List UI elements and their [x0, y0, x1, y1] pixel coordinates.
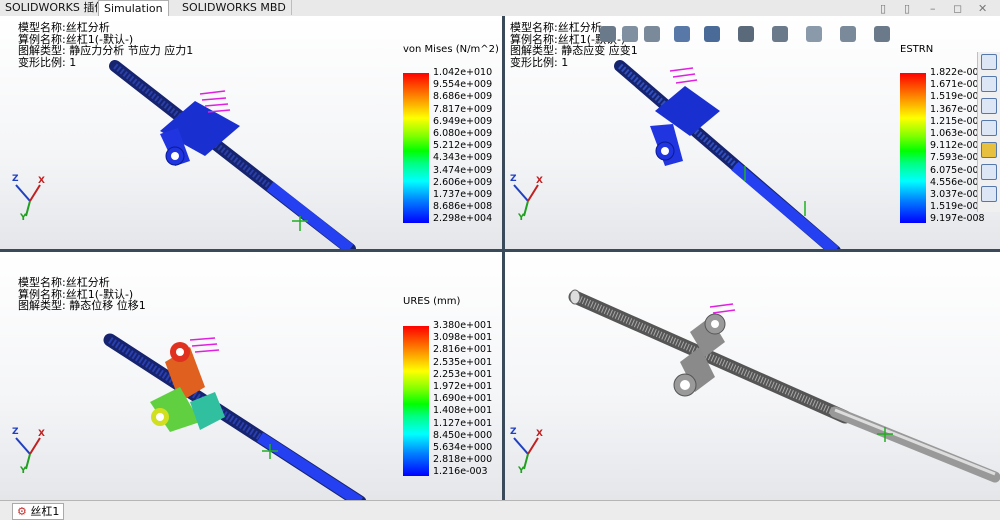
svg-text:X: X — [536, 176, 543, 186]
viewport-stress[interactable]: 模型名称:丝杠分析 算例名称:丝杠1(-默认-) 图解类型: 静应力分析 节应力… — [0, 16, 502, 249]
axis-triad-icon: Z X Y — [12, 174, 45, 221]
tab-solidworks-addins[interactable]: SOLIDWORKS 插件 — [0, 0, 112, 15]
svg-text:Y: Y — [517, 466, 525, 474]
file-explorer-icon[interactable] — [981, 98, 997, 114]
appearances-icon[interactable] — [981, 142, 997, 158]
model-stress — [109, 60, 356, 249]
model-strain — [614, 60, 841, 249]
svg-text:Y: Y — [517, 213, 525, 221]
zoom-to-fit-icon[interactable] — [600, 26, 616, 42]
view-orientation-icon[interactable] — [704, 26, 720, 42]
svg-text:Y: Y — [19, 466, 27, 474]
svg-text:Z: Z — [510, 174, 517, 184]
svg-text:Z: Z — [12, 174, 19, 184]
viewport-strain[interactable]: 模型名称:丝杠分析 算例名称:丝杠1(-默认-) 图解类型: 静态应变 应变1 … — [505, 16, 1000, 249]
svg-text:X: X — [38, 429, 45, 439]
viewport-splitter-horizontal[interactable] — [0, 249, 1000, 252]
edit-appearance-icon[interactable] — [806, 26, 822, 42]
command-manager-tabs: SOLIDWORKS 插件 Simulation SOLIDWORKS MBD … — [0, 0, 1000, 17]
svg-text:X: X — [38, 176, 45, 186]
display-style-icon[interactable] — [738, 26, 754, 42]
axis-triad-icon: Z X Y — [510, 427, 543, 474]
model-gray — [568, 289, 1000, 483]
custom-properties-icon[interactable] — [981, 164, 997, 180]
forum-icon[interactable] — [981, 186, 997, 202]
svg-text:Z: Z — [510, 427, 517, 437]
model-displacement — [103, 333, 367, 500]
section-view-icon[interactable] — [674, 26, 690, 42]
minimize-icon[interactable]: – — [930, 2, 936, 15]
tab-solidworks-mbd[interactable]: SOLIDWORKS MBD — [177, 0, 292, 15]
axis-triad-icon: Z X Y — [12, 427, 45, 474]
svg-text:Z: Z — [12, 427, 19, 437]
restore-icon[interactable]: ▯ — [880, 2, 886, 15]
restore-icon-2[interactable]: ▯ — [904, 2, 910, 15]
zoom-area-icon[interactable] — [622, 26, 638, 42]
apply-scene-icon[interactable] — [840, 26, 856, 42]
close-icon[interactable]: ✕ — [978, 2, 987, 15]
design-library-icon[interactable] — [981, 76, 997, 92]
task-pane — [977, 52, 1000, 212]
study-icon: ⚙ — [17, 505, 27, 518]
svg-text:X: X — [536, 429, 543, 439]
hide-show-icon[interactable] — [772, 26, 788, 42]
study-tab[interactable]: ⚙ 丝杠1 — [12, 503, 65, 520]
maximize-icon[interactable]: ◻ — [953, 2, 962, 15]
svg-text:Y: Y — [19, 213, 27, 221]
tab-simulation[interactable]: Simulation — [98, 0, 169, 16]
axis-triad-icon: Z X Y — [510, 174, 543, 221]
viewport-splitter-vertical[interactable] — [502, 16, 505, 500]
viewport-displacement[interactable]: 模型名称:丝杠分析 算例名称:丝杠1(-默认-) 图解类型: 静态位移 位移1 … — [0, 252, 502, 500]
viewport-model[interactable]: Z X Y — [505, 252, 1000, 500]
study-tab-label: 丝杠1 — [30, 505, 60, 518]
view-settings-icon[interactable] — [874, 26, 890, 42]
home-icon[interactable] — [981, 54, 997, 70]
view-palette-icon[interactable] — [981, 120, 997, 136]
bottom-tab-bar: ⚙ 丝杠1 — [0, 500, 1000, 520]
previous-view-icon[interactable] — [644, 26, 660, 42]
